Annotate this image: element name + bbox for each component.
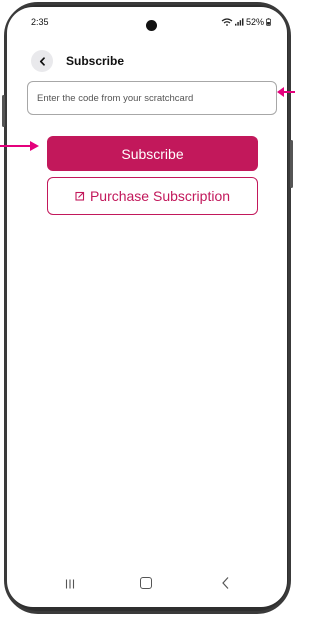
- subscribe-button-label: Subscribe: [121, 145, 184, 162]
- home-icon[interactable]: [140, 577, 152, 589]
- back-icon[interactable]: [221, 576, 230, 590]
- status-time: 2:35: [31, 17, 49, 27]
- page-title: Subscribe: [66, 54, 125, 68]
- back-button[interactable]: [31, 50, 53, 72]
- status-icons: 52%: [221, 17, 271, 27]
- subscribe-button[interactable]: Subscribe: [47, 136, 258, 171]
- scratchcard-code-input[interactable]: [27, 81, 277, 115]
- external-link-icon: [75, 191, 85, 201]
- screen: 2:35 52% Subscribe Enter the code from y…: [7, 7, 287, 607]
- annotation-arrow-left: [0, 141, 39, 151]
- phone-side-button: [2, 95, 5, 127]
- front-camera: [146, 20, 157, 31]
- purchase-subscription-button[interactable]: Purchase Subscription: [47, 177, 258, 215]
- chevron-left-icon: [39, 56, 45, 66]
- app-header: Subscribe: [7, 44, 287, 72]
- signal-icon: [234, 18, 244, 26]
- wifi-icon: [221, 18, 233, 26]
- system-nav-bar: [7, 573, 287, 597]
- battery-level: 52%: [245, 17, 264, 27]
- recent-apps-icon[interactable]: [65, 579, 75, 589]
- status-bar: 2:35 52%: [7, 7, 287, 31]
- annotation-arrow-right: [277, 87, 295, 97]
- battery-icon: [266, 18, 271, 26]
- phone-side-button: [290, 140, 293, 188]
- purchase-subscription-label: Purchase Subscription: [89, 188, 231, 204]
